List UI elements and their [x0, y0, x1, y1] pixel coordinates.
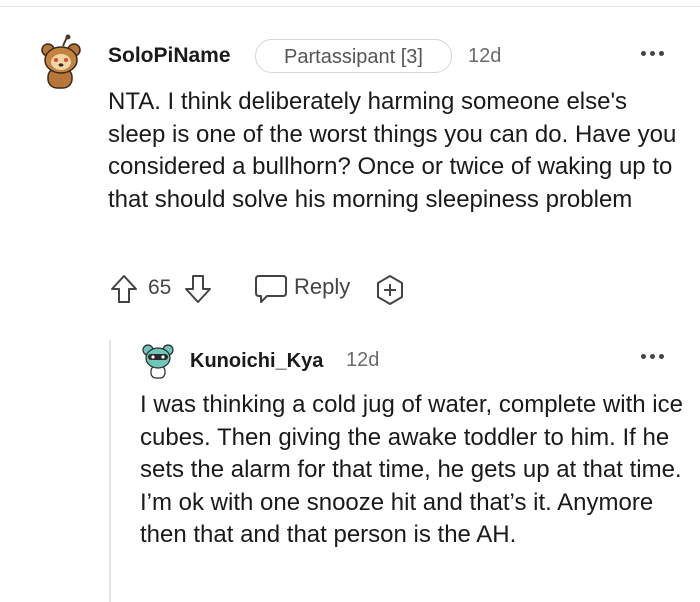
reply-button[interactable]: Reply — [294, 274, 350, 300]
comment-thread: SoloPiName Partassipant [3] 12d NTA. I t… — [0, 0, 700, 602]
timestamp[interactable]: 12d — [468, 45, 501, 68]
user-avatar[interactable] — [36, 34, 84, 90]
more-options-icon[interactable] — [640, 351, 666, 361]
thread-line[interactable] — [109, 340, 111, 602]
reply-body: I was thinking a cold jug of water, comp… — [140, 391, 683, 548]
speech-bubble-icon[interactable] — [254, 273, 288, 305]
reply-timestamp[interactable]: 12d — [346, 349, 379, 372]
downvote-arrow-icon[interactable] — [184, 274, 212, 304]
vote-count: 65 — [148, 276, 172, 299]
upvote-arrow-icon[interactable] — [110, 274, 138, 304]
reply-username[interactable]: Kunoichi_Kya — [190, 350, 323, 373]
comment-body: NTA. I think deliberately harming someon… — [108, 88, 677, 213]
user-flair: Partassipant [3] — [255, 39, 452, 73]
more-options-icon[interactable] — [640, 48, 666, 58]
username[interactable]: SoloPiName — [108, 44, 231, 68]
user-avatar[interactable] — [140, 340, 176, 380]
award-plus-icon[interactable] — [374, 274, 406, 306]
